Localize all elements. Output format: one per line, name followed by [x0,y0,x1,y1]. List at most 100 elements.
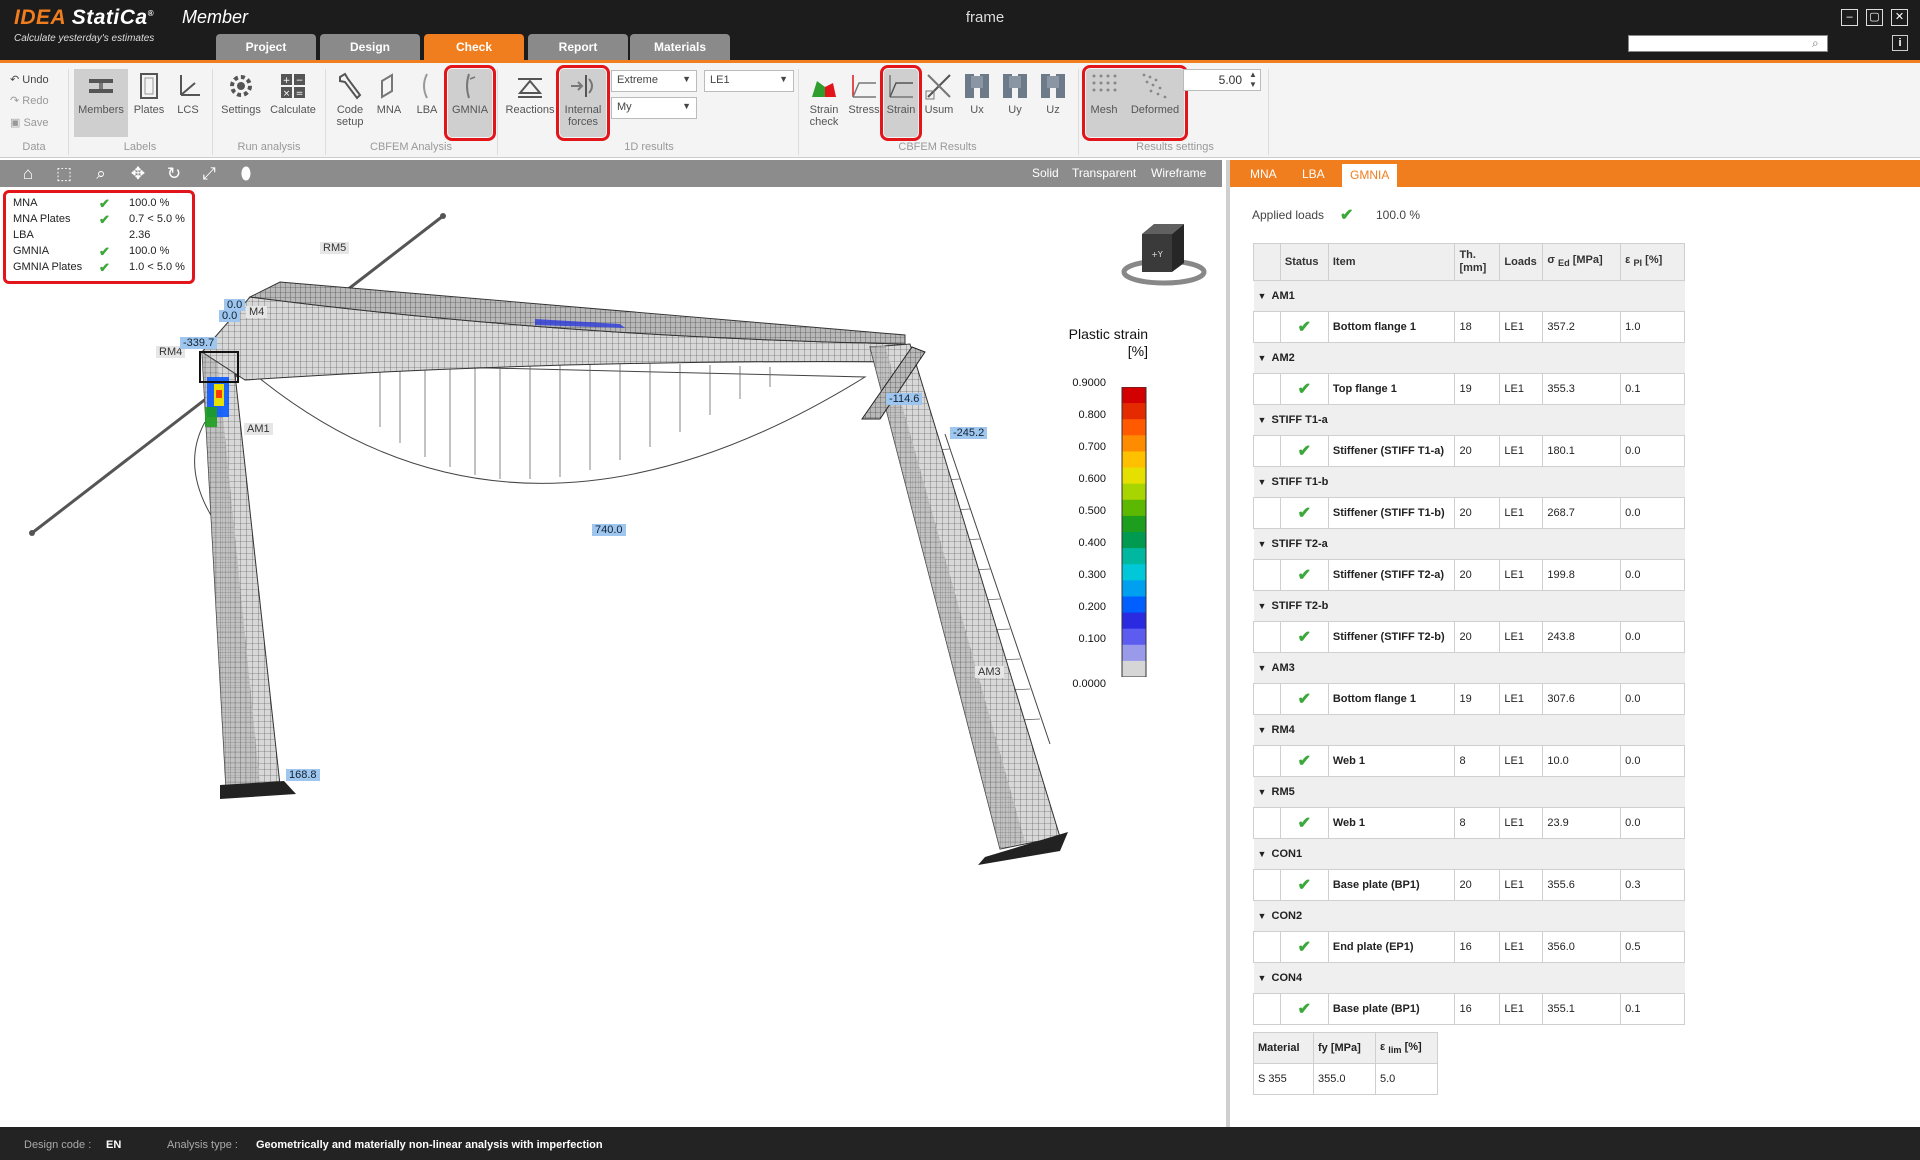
label-value: 168.8 [286,769,320,781]
table-row[interactable]: ✔ Stiffener (STIFF T1-b) 20 LE1 268.7 0.0 [1253,497,1685,529]
view-icon[interactable]: ⬮ [235,164,257,184]
table-row[interactable]: ✔ Web 1 8 LE1 10.0 0.0 [1253,745,1685,777]
tab-gmnia-results[interactable]: GMNIA [1342,164,1398,187]
zoom-window-icon[interactable]: ⬚ [53,164,75,184]
mode-transparent[interactable]: Transparent [1072,166,1136,180]
collapse-icon[interactable]: ▼ [1258,911,1272,921]
mode-solid[interactable]: Solid [1032,166,1059,180]
group-row[interactable]: ▼ STIFF T2-a [1253,528,1685,560]
collapse-icon[interactable]: ▼ [1258,477,1272,487]
lba-button[interactable]: LBA [410,69,444,137]
internal-forces-button[interactable]: Internal forces [556,65,610,141]
tab-report[interactable]: Report [528,34,628,60]
table-row[interactable]: ✔ Base plate (BP1) 16 LE1 355.1 0.1 [1253,993,1685,1025]
rotate-icon[interactable]: ↻ [163,164,185,184]
tab-mna-results[interactable]: MNA [1250,167,1277,181]
save-icon: ▣ [10,117,21,129]
zoom-icon[interactable]: ⌕ [90,164,112,184]
group-row[interactable]: ▼ AM3 [1253,652,1685,684]
ux-button[interactable]: Ux [960,69,994,137]
mode-wireframe[interactable]: Wireframe [1151,166,1206,180]
lcs-button[interactable]: LCS [170,69,206,137]
calculate-button[interactable]: + − × = Calculate [266,69,320,137]
table-row[interactable]: ✔ Base plate (BP1) 20 LE1 355.6 0.3 [1253,869,1685,901]
settings-button[interactable]: Settings [218,69,264,137]
mesh-button[interactable]: Mesh [1086,69,1122,137]
gmnia-button[interactable]: GMNIA [444,65,496,141]
group-row[interactable]: ▼ AM2 [1253,342,1685,374]
collapse-icon[interactable]: ▼ [1258,973,1272,983]
collapse-icon[interactable]: ▼ [1258,849,1272,859]
usum-button[interactable]: Usum [922,69,956,137]
collapse-icon[interactable]: ▼ [1258,353,1272,363]
group-row[interactable]: ▼ CON2 [1253,900,1685,932]
plates-button[interactable]: Plates [130,69,168,137]
group-row[interactable]: ▼ CON1 [1253,838,1685,870]
search-input[interactable] [1628,35,1828,52]
search-icon[interactable]: ⌕ [1812,36,1826,50]
info-icon[interactable]: i [1892,35,1908,51]
stress-button[interactable]: Stress [846,69,882,137]
table-row[interactable]: ✔ End plate (EP1) 16 LE1 356.0 0.5 [1253,931,1685,963]
thickness-cell: 20 [1454,497,1501,529]
minimize-button[interactable]: – [1841,9,1858,26]
maximize-button[interactable]: ▢ [1866,9,1883,26]
group-row[interactable]: ▼ RM5 [1253,776,1685,808]
collapse-icon[interactable]: ▼ [1258,601,1272,611]
undo-button[interactable]: ↶ Undo [10,73,49,86]
redo-button[interactable]: ↷ Redo [10,94,49,107]
extreme-select[interactable]: Extreme ▼ [611,70,697,92]
table-row[interactable]: ✔ Bottom flange 1 18 LE1 357.2 1.0 [1253,311,1685,343]
mna-button[interactable]: MNA [372,69,406,137]
strain-button[interactable]: Strain [880,65,922,141]
deformed-button[interactable]: Deformed [1126,69,1184,137]
table-row[interactable]: ✔ Top flange 1 19 LE1 355.3 0.1 [1253,373,1685,405]
loads-cell: LE1 [1499,559,1544,591]
fit-all-icon[interactable]: ⤢ [198,164,220,184]
save-button[interactable]: ▣ Save [10,116,49,129]
tab-materials[interactable]: Materials [630,34,730,60]
tab-design[interactable]: Design [320,34,420,60]
component-select[interactable]: My ▼ [611,97,697,119]
label-am3: AM3 [975,666,1004,678]
group-row[interactable]: ▼ AM1 [1253,280,1685,312]
collapse-icon[interactable]: ▼ [1258,415,1272,425]
collapse-icon[interactable]: ▼ [1258,663,1272,673]
strain-cell: 0.3 [1620,869,1685,901]
strain-check-button[interactable]: Strain check [804,69,844,137]
table-row[interactable]: ✔ Bottom flange 1 19 LE1 307.6 0.0 [1253,683,1685,715]
check-icon: ✔ [1279,559,1329,591]
scale-spinner[interactable]: ▲ ▼ [1249,70,1257,90]
code-setup-button[interactable]: Code setup [330,69,370,137]
collapse-icon[interactable]: ▼ [1258,725,1272,735]
table-row[interactable]: ✔ Stiffener (STIFF T2-b) 20 LE1 243.8 0.0 [1253,621,1685,653]
collapse-icon[interactable]: ▼ [1258,539,1272,549]
members-button[interactable]: Members [74,69,128,137]
group-row[interactable]: ▼ RM4 [1253,714,1685,746]
collapse-icon[interactable]: ▼ [1258,291,1272,301]
home-icon[interactable]: ⌂ [17,164,39,184]
legend-swatch [1122,548,1146,565]
navigation-cube[interactable]: +Y [1120,219,1210,294]
tab-project[interactable]: Project [216,34,316,60]
3d-viewport[interactable]: RM5 RM4 AM1 AM3 M4 0.0 0.0 -339.7 740.0 … [0,187,1222,1127]
svg-text:=: = [296,89,304,99]
pan-icon[interactable]: ✥ [127,164,149,184]
group-row[interactable]: ▼ STIFF T1-b [1253,466,1685,498]
uy-button[interactable]: Uy [998,69,1032,137]
group-row[interactable]: ▼ STIFF T2-b [1253,590,1685,622]
table-row[interactable]: ✔ Stiffener (STIFF T1-a) 20 LE1 180.1 0.0 [1253,435,1685,467]
collapse-icon[interactable]: ▼ [1258,787,1272,797]
table-row[interactable]: ✔ Stiffener (STIFF T2-a) 20 LE1 199.8 0.0 [1253,559,1685,591]
tab-check[interactable]: Check [424,34,524,60]
group-row[interactable]: ▼ STIFF T1-a [1253,404,1685,436]
uz-button[interactable]: Uz [1036,69,1070,137]
tab-lba-results[interactable]: LBA [1302,167,1325,181]
table-row[interactable]: ✔ Web 1 8 LE1 23.9 0.0 [1253,807,1685,839]
group-row[interactable]: ▼ CON4 [1253,962,1685,994]
close-button[interactable]: ✕ [1891,9,1908,26]
load-effect-select[interactable]: LE1 ▼ [704,70,794,92]
product-name: Member [182,7,249,27]
legend-tick: 0.9000 [1072,377,1106,389]
reactions-button[interactable]: Reactions [504,69,556,137]
